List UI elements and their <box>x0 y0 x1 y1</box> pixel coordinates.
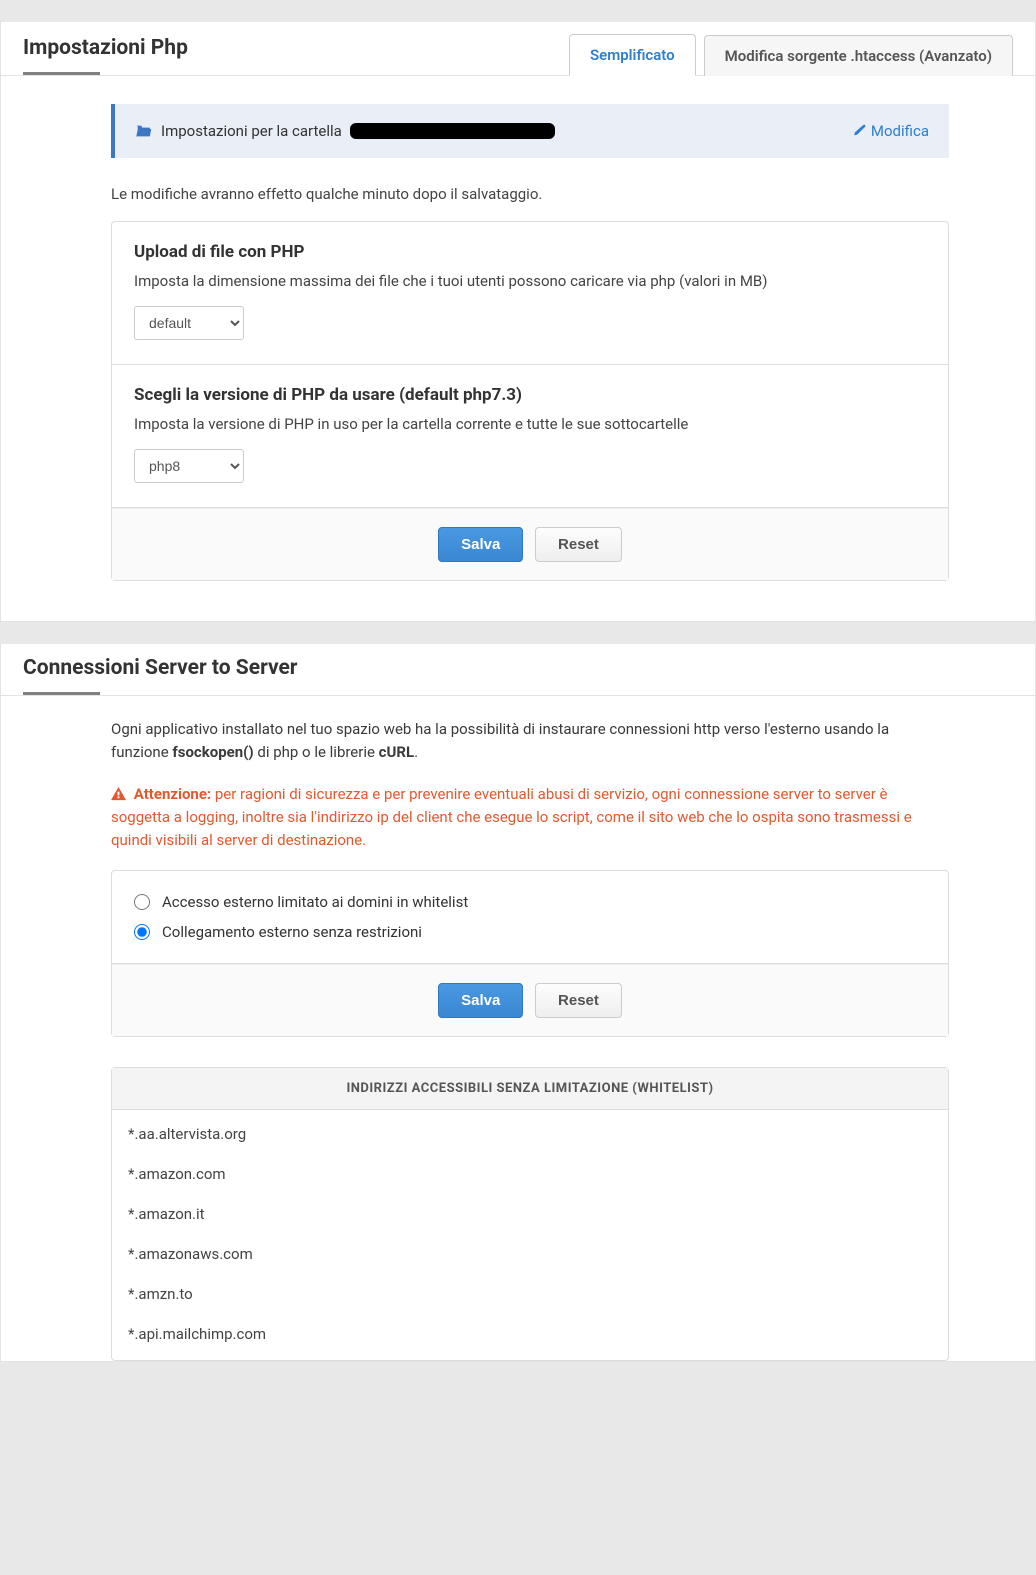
radio-unrestricted[interactable] <box>134 924 150 940</box>
s2s-panel-title: Connessioni Server to Server <box>23 656 100 695</box>
s2s-reset-button[interactable]: Reset <box>535 983 622 1018</box>
upload-desc: Imposta la dimensione massima dei file c… <box>134 272 926 290</box>
folder-open-icon <box>135 122 153 140</box>
upload-section: Upload di file con PHP Imposta la dimens… <box>112 222 948 365</box>
pencil-icon <box>852 124 866 138</box>
s2s-panel: Connessioni Server to Server Ogni applic… <box>0 644 1036 1362</box>
s2s-intro: Ogni applicativo installato nel tuo spaz… <box>111 718 949 765</box>
tab-simplified[interactable]: Semplificato <box>569 34 696 76</box>
php-save-button[interactable]: Salva <box>438 527 523 562</box>
php-tabs: Semplificato Modifica sorgente .htaccess… <box>569 34 1013 76</box>
php-panel-title: Impostazioni Php <box>23 36 100 75</box>
s2s-warning: Attenzione: per ragioni di sicurezza e p… <box>111 783 949 853</box>
s2s-save-button[interactable]: Salva <box>438 983 523 1018</box>
s2s-actions: Salva Reset <box>112 964 948 1036</box>
php-settings-panel: Impostazioni Php Semplificato Modifica s… <box>0 22 1036 622</box>
folder-name-redacted <box>350 123 555 139</box>
whitelist-title: INDIRIZZI ACCESSIBILI SENZA LIMITAZIONE … <box>112 1068 948 1110</box>
whitelist-list[interactable]: *.aa.altervista.org *.amazon.com *.amazo… <box>112 1110 948 1360</box>
upload-size-select[interactable]: default <box>134 306 244 340</box>
list-item: *.aa.altervista.org <box>112 1114 948 1154</box>
whitelist-box: INDIRIZZI ACCESSIBILI SENZA LIMITAZIONE … <box>111 1067 949 1361</box>
php-version-select[interactable]: php8 <box>134 449 244 483</box>
php-version-section: Scegli la versione di PHP da usare (defa… <box>112 365 948 508</box>
edit-folder-link[interactable]: Modifica <box>852 122 929 140</box>
upload-title: Upload di file con PHP <box>134 242 926 262</box>
radio-unrestricted-label: Collegamento esterno senza restrizioni <box>162 923 422 941</box>
list-item: *.api.mailchimp.com <box>112 1314 948 1354</box>
list-item: *.amazonaws.com <box>112 1234 948 1274</box>
php-version-desc: Imposta la versione di PHP in uso per la… <box>134 415 926 433</box>
php-version-title: Scegli la versione di PHP da usare (defa… <box>134 385 926 405</box>
radio-limited-label: Accesso esterno limitato ai domini in wh… <box>162 893 468 911</box>
php-actions: Salva Reset <box>112 508 948 580</box>
radio-limited[interactable] <box>134 894 150 910</box>
list-item: *.api.twitter.com <box>112 1354 948 1360</box>
php-reset-button[interactable]: Reset <box>535 527 622 562</box>
warning-icon <box>111 785 130 803</box>
list-item: *.amzn.to <box>112 1274 948 1314</box>
folder-info-bar: Impostazioni per la cartella Modifica <box>111 104 949 158</box>
list-item: *.amazon.it <box>112 1194 948 1234</box>
tab-advanced[interactable]: Modifica sorgente .htaccess (Avanzato) <box>704 35 1013 76</box>
list-item: *.amazon.com <box>112 1154 948 1194</box>
folder-info-text: Impostazioni per la cartella <box>161 122 342 140</box>
save-delay-note: Le modifiche avranno effetto qualche min… <box>111 185 949 203</box>
